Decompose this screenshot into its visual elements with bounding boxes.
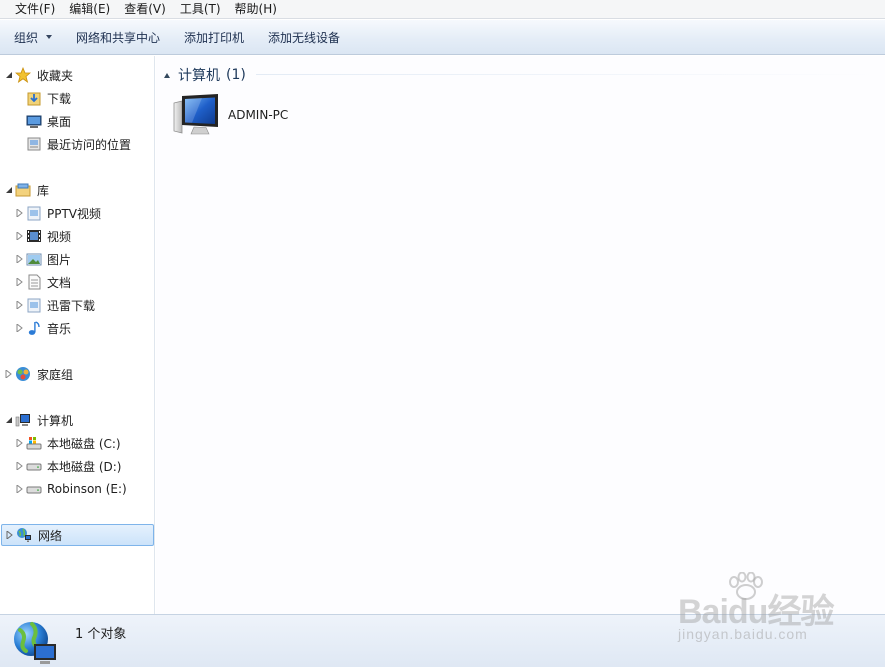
nav-drive-c-label: 本地磁盘 (C:): [47, 436, 121, 451]
nav-library-documents[interactable]: 文档: [0, 271, 155, 293]
menu-bar: 文件(F) 编辑(E) 查看(V) 工具(T) 帮助(H): [0, 0, 885, 19]
nav-network-label: 网络: [38, 528, 63, 543]
nav-library-pptv[interactable]: PPTV视频: [0, 202, 155, 224]
network-icon: [17, 528, 31, 542]
removable-drive-icon: [26, 486, 42, 494]
expanded-arrow-icon[interactable]: [5, 71, 13, 79]
nav-drive-e[interactable]: Robinson (E:): [0, 478, 155, 500]
computer-name: ADMIN-PC: [228, 108, 289, 122]
add-wireless-device-button[interactable]: 添加无线设备: [258, 24, 350, 50]
nav-downloads[interactable]: 下载: [0, 87, 155, 109]
nav-computer-label: 计算机: [37, 413, 74, 428]
nav-library-documents-label: 文档: [47, 275, 72, 290]
menu-edit[interactable]: 编辑(E): [62, 0, 117, 18]
menu-file[interactable]: 文件(F): [8, 0, 62, 18]
nav-library-music[interactable]: 音乐: [0, 317, 155, 339]
collapse-arrow-icon[interactable]: [164, 72, 170, 78]
collapsed-arrow-icon[interactable]: [16, 209, 24, 217]
add-printer-label: 添加打印机: [184, 30, 245, 45]
nav-homegroup-label: 家庭组: [37, 367, 74, 382]
nav-library-pictures[interactable]: 图片: [0, 248, 155, 270]
nav-desktop-label: 桌面: [47, 114, 72, 129]
nav-library-thunder[interactable]: 迅雷下载: [0, 294, 155, 316]
nav-homegroup[interactable]: 家庭组: [0, 363, 155, 385]
menu-tools[interactable]: 工具(T): [173, 0, 228, 18]
add-printer-button[interactable]: 添加打印机: [174, 24, 254, 50]
network-large-icon: [14, 622, 56, 664]
nav-recent-places[interactable]: 最近访问的位置: [0, 133, 155, 155]
menu-help[interactable]: 帮助(H): [228, 0, 284, 18]
collapsed-arrow-icon[interactable]: [16, 232, 24, 240]
libraries-icon: [15, 183, 31, 197]
nav-library-videos-label: 视频: [47, 229, 72, 244]
library-folder-icon: [27, 298, 41, 313]
nav-library-pptv-label: PPTV视频: [47, 206, 102, 221]
hard-drive-icon: [26, 463, 42, 471]
library-folder-icon: [27, 206, 41, 221]
homegroup-icon: [16, 367, 30, 381]
expanded-arrow-icon[interactable]: [5, 186, 13, 194]
collapsed-arrow-icon[interactable]: [16, 462, 24, 470]
film-icon: [27, 230, 41, 242]
expanded-arrow-icon[interactable]: [5, 416, 13, 424]
nav-library-music-label: 音乐: [47, 321, 72, 336]
picture-icon: [26, 253, 42, 266]
group-count: (1): [226, 67, 246, 83]
nav-recent-places-label: 最近访问的位置: [47, 137, 132, 152]
nav-library-thunder-label: 迅雷下载: [47, 298, 96, 313]
collapsed-arrow-icon[interactable]: [16, 439, 24, 447]
collapsed-arrow-icon[interactable]: [16, 485, 24, 493]
nav-libraries-label: 库: [37, 183, 50, 198]
nav-drive-e-label: Robinson (E:): [47, 482, 127, 496]
nav-libraries[interactable]: 库: [0, 179, 155, 201]
command-bar: 组织 网络和共享中心 添加打印机 添加无线设备: [0, 20, 885, 55]
music-note-icon: [28, 321, 40, 335]
chevron-down-icon: [46, 35, 53, 39]
nav-drive-d[interactable]: 本地磁盘 (D:): [0, 455, 155, 477]
network-sharing-center-button[interactable]: 网络和共享中心: [66, 24, 170, 50]
recent-places-icon: [27, 137, 41, 151]
group-label: 计算机: [178, 68, 220, 84]
computer-item-admin-pc[interactable]: ADMIN-PC: [172, 92, 288, 138]
add-wireless-device-label: 添加无线设备: [268, 30, 341, 45]
computer-icon: [15, 414, 30, 427]
collapsed-arrow-icon[interactable]: [16, 301, 24, 309]
nav-downloads-label: 下载: [47, 91, 72, 106]
status-bar: 1 个对象: [0, 614, 885, 667]
collapsed-arrow-icon[interactable]: [16, 278, 24, 286]
collapsed-arrow-icon[interactable]: [16, 255, 24, 263]
document-icon: [28, 274, 41, 290]
computer-large-icon: [173, 94, 218, 135]
organize-button[interactable]: 组织: [4, 24, 62, 50]
nav-library-videos[interactable]: 视频: [0, 225, 155, 247]
nav-desktop[interactable]: 桌面: [0, 110, 155, 132]
status-text: 1 个对象: [75, 627, 127, 642]
download-folder-icon: [27, 92, 41, 106]
network-sharing-center-label: 网络和共享中心: [76, 30, 161, 45]
star-icon: [15, 67, 31, 83]
desktop-icon: [26, 115, 42, 128]
collapsed-arrow-icon[interactable]: [5, 370, 13, 378]
group-header-computer[interactable]: 计算机 (1): [164, 65, 246, 85]
collapsed-arrow-icon[interactable]: [16, 324, 24, 332]
organize-label: 组织: [14, 30, 39, 45]
menu-view[interactable]: 查看(V): [117, 0, 173, 18]
group-divider: [256, 74, 876, 75]
content-pane: 计算机 (1) ADMIN-PC: [156, 56, 885, 614]
collapsed-arrow-icon[interactable]: [6, 531, 14, 539]
nav-drive-c[interactable]: 本地磁盘 (C:): [0, 432, 155, 454]
nav-favorites-label: 收藏夹: [37, 68, 74, 83]
nav-computer[interactable]: 计算机: [0, 409, 155, 431]
navigation-pane: 收藏夹 下载 桌面 最近访问的位置 库 PPTV视频 视频 图片 文档 迅雷下载…: [0, 56, 155, 614]
nav-favorites[interactable]: 收藏夹: [0, 64, 155, 86]
nav-library-pictures-label: 图片: [47, 252, 72, 267]
nav-drive-d-label: 本地磁盘 (D:): [47, 459, 122, 474]
nav-network[interactable]: 网络: [1, 524, 154, 546]
system-drive-icon: [26, 437, 42, 450]
